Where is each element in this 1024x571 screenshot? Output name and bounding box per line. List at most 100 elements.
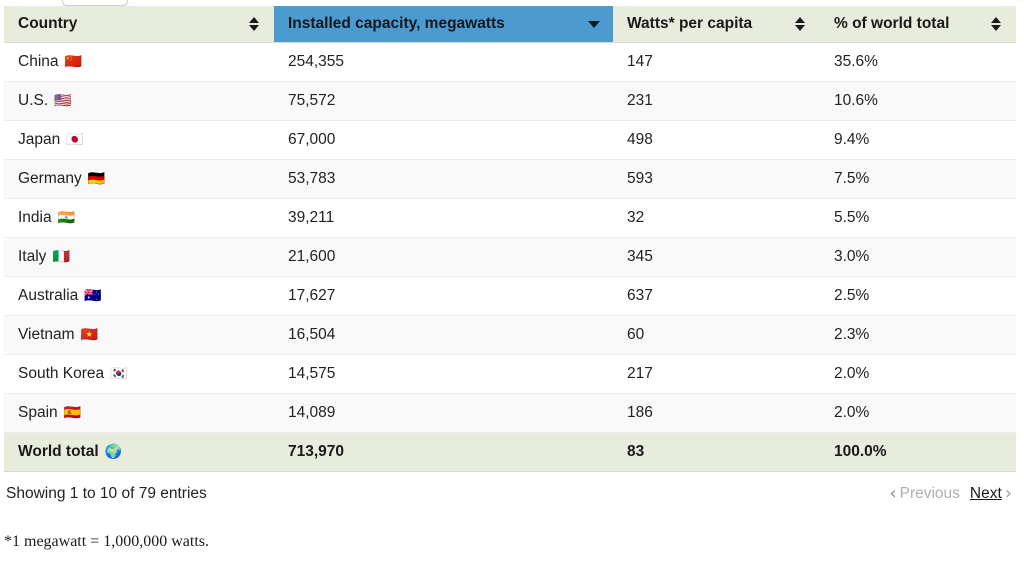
previous-page-label: Previous bbox=[899, 485, 960, 502]
cell-percent-of-world-total: 10.6% bbox=[820, 81, 1016, 121]
cell-percent-of-world-total: 2.0% bbox=[820, 354, 1016, 394]
cell-total-watts-per-capita: 83 bbox=[613, 431, 820, 472]
cell-installed-capacity: 17,627 bbox=[274, 276, 613, 316]
country-name: Australia bbox=[18, 286, 79, 304]
table-footer: Showing 1 to 10 of 79 entries ‹ Previous… bbox=[4, 485, 1016, 515]
cell-percent-of-world-total: 7.5% bbox=[820, 159, 1016, 199]
previous-page-button[interactable]: ‹ Previous bbox=[885, 485, 964, 503]
cell-installed-capacity: 14,089 bbox=[274, 393, 613, 433]
country-flag-icon: 🇯🇵 bbox=[66, 131, 84, 148]
country-name: Germany bbox=[18, 169, 82, 187]
cell-installed-capacity: 75,572 bbox=[274, 81, 613, 121]
chevron-right-icon: › bbox=[1004, 483, 1012, 504]
column-header-country-label: Country bbox=[18, 14, 78, 32]
column-header-watts-per-capita[interactable]: Watts* per capita bbox=[613, 6, 820, 43]
table-row: U.S. 🇺🇸 75,572 231 10.6% bbox=[4, 81, 1016, 121]
table-body: China 🇨🇳 254,355 147 35.6% U.S. 🇺🇸 75,572 231 10.… bbox=[4, 42, 1016, 472]
cell-installed-capacity: 67,000 bbox=[274, 120, 613, 160]
country-name: Japan bbox=[18, 130, 61, 148]
cell-country: South Korea 🇰🇷 bbox=[4, 354, 274, 394]
cell-country: Italy 🇮🇹 bbox=[4, 237, 274, 277]
cell-percent-of-world-total: 35.6% bbox=[820, 42, 1016, 82]
column-header-installed-capacity-label: Installed capacity, megawatts bbox=[288, 14, 505, 32]
entries-info: Showing 1 to 10 of 79 entries bbox=[6, 485, 207, 502]
cell-country: Australia 🇦🇺 bbox=[4, 276, 274, 316]
chevron-left-icon: ‹ bbox=[889, 483, 897, 504]
next-page-button[interactable]: Next › bbox=[966, 485, 1016, 503]
cell-installed-capacity: 39,211 bbox=[274, 198, 613, 238]
table-header-row: Country Installed capacity, megawatts Wa… bbox=[4, 6, 1016, 43]
column-header-watts-per-capita-label: Watts* per capita bbox=[627, 14, 753, 32]
column-header-percent-of-world-total[interactable]: % of world total bbox=[820, 6, 1016, 43]
cell-watts-per-capita: 637 bbox=[613, 276, 820, 316]
cell-watts-per-capita: 186 bbox=[613, 393, 820, 433]
country-name: Spain bbox=[18, 403, 58, 421]
table-row: Australia 🇦🇺 17,627 637 2.5% bbox=[4, 276, 1016, 316]
cell-country: Germany 🇩🇪 bbox=[4, 159, 274, 199]
country-flag-icon: 🇨🇳 bbox=[64, 53, 82, 70]
cell-percent-of-world-total: 3.0% bbox=[820, 237, 1016, 277]
column-header-country[interactable]: Country bbox=[4, 6, 274, 43]
cell-watts-per-capita: 498 bbox=[613, 120, 820, 160]
table-header: Country Installed capacity, megawatts Wa… bbox=[4, 6, 1016, 43]
country-flag-icon: 🇩🇪 bbox=[87, 170, 106, 187]
cell-total-label: World total 🌍 bbox=[4, 431, 274, 472]
country-flag-icon: 🇺🇸 bbox=[54, 92, 72, 109]
country-flag-icon: 🇪🇸 bbox=[63, 404, 82, 421]
sort-descending-icon-installed-capacity[interactable] bbox=[588, 16, 600, 32]
cell-country: India 🇮🇳 bbox=[4, 198, 274, 238]
cell-installed-capacity: 21,600 bbox=[274, 237, 613, 277]
table-row: Germany 🇩🇪 53,783 593 7.5% bbox=[4, 159, 1016, 199]
cell-percent-of-world-total: 2.3% bbox=[820, 315, 1016, 355]
country-name: China bbox=[18, 52, 59, 70]
cell-country: China 🇨🇳 bbox=[4, 42, 274, 82]
table-row: Vietnam 🇻🇳 16,504 60 2.3% bbox=[4, 315, 1016, 355]
cell-percent-of-world-total: 2.5% bbox=[820, 276, 1016, 316]
cell-percent-of-world-total: 2.0% bbox=[820, 393, 1016, 433]
country-flag-icon: 🇦🇺 bbox=[84, 287, 102, 304]
cell-installed-capacity: 53,783 bbox=[274, 159, 613, 199]
sort-both-icon-country[interactable] bbox=[249, 16, 260, 32]
cell-percent-of-world-total: 5.5% bbox=[820, 198, 1016, 238]
cell-installed-capacity: 14,575 bbox=[274, 354, 613, 394]
data-table-container: Country Installed capacity, megawatts Wa… bbox=[4, 6, 1016, 472]
table-total-row: World total 🌍 713,970 83 100.0% bbox=[4, 431, 1016, 472]
cell-watts-per-capita: 231 bbox=[613, 81, 820, 121]
cell-watts-per-capita: 147 bbox=[613, 42, 820, 82]
table-row: South Korea 🇰🇷 14,575 217 2.0% bbox=[4, 354, 1016, 394]
next-page-label: Next bbox=[969, 485, 1002, 502]
cell-percent-of-world-total: 9.4% bbox=[820, 120, 1016, 160]
cell-installed-capacity: 16,504 bbox=[274, 315, 613, 355]
renewable-capacity-table: Country Installed capacity, megawatts Wa… bbox=[4, 6, 1016, 472]
footnote-text: *1 megawatt = 1,000,000 watts. bbox=[4, 533, 209, 550]
cell-total-installed-capacity: 713,970 bbox=[274, 431, 613, 472]
sort-both-icon-watts-per-capita[interactable] bbox=[795, 16, 806, 32]
cell-watts-per-capita: 217 bbox=[613, 354, 820, 394]
country-name: Vietnam bbox=[18, 325, 75, 343]
cell-watts-per-capita: 32 bbox=[613, 198, 820, 238]
country-name: Italy bbox=[18, 247, 47, 265]
page-root: Country Installed capacity, megawatts Wa… bbox=[0, 0, 1024, 571]
pagination-controls: ‹ Previous Next › bbox=[885, 485, 1016, 503]
globe-icon: 🌍 bbox=[104, 443, 123, 460]
cell-watts-per-capita: 345 bbox=[613, 237, 820, 277]
column-header-installed-capacity[interactable]: Installed capacity, megawatts bbox=[274, 6, 613, 43]
country-name: India bbox=[18, 208, 52, 226]
country-flag-icon: 🇮🇹 bbox=[52, 248, 70, 265]
cell-country: Japan 🇯🇵 bbox=[4, 120, 274, 160]
cell-country: U.S. 🇺🇸 bbox=[4, 81, 274, 121]
table-row: Spain 🇪🇸 14,089 186 2.0% bbox=[4, 393, 1016, 433]
country-flag-icon: 🇻🇳 bbox=[80, 326, 99, 343]
column-header-percent-of-world-total-label: % of world total bbox=[834, 14, 950, 32]
table-row: China 🇨🇳 254,355 147 35.6% bbox=[4, 42, 1016, 82]
table-row: India 🇮🇳 39,211 32 5.5% bbox=[4, 198, 1016, 238]
cell-installed-capacity: 254,355 bbox=[274, 42, 613, 82]
country-flag-icon: 🇰🇷 bbox=[110, 365, 128, 382]
country-flag-icon: 🇮🇳 bbox=[57, 209, 76, 226]
table-row: Japan 🇯🇵 67,000 498 9.4% bbox=[4, 120, 1016, 160]
country-name: South Korea bbox=[18, 364, 105, 382]
cell-total-percent-of-world-total: 100.0% bbox=[820, 431, 1016, 472]
cell-watts-per-capita: 593 bbox=[613, 159, 820, 199]
table-row: Italy 🇮🇹 21,600 345 3.0% bbox=[4, 237, 1016, 277]
sort-both-icon-percent-of-world-total[interactable] bbox=[991, 16, 1002, 32]
